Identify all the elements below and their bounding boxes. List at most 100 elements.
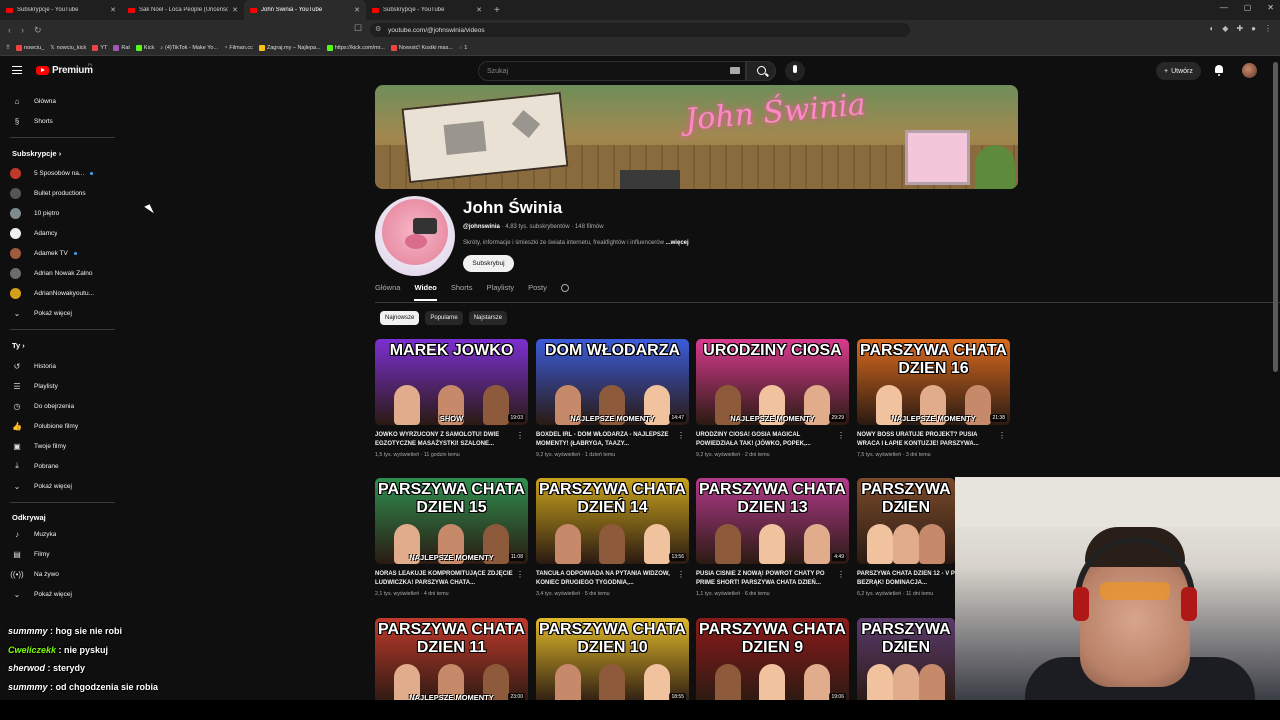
back-icon[interactable]: ‹ <box>8 25 11 36</box>
bookmark-item[interactable]: 𝕏nowciu_kick <box>50 45 86 51</box>
video-card[interactable]: DOM WŁODARZA NAJLEPSZE MOMENTY 14:47 BOXDEL… <box>536 339 689 458</box>
search-icon[interactable] <box>560 284 569 292</box>
more-actions-icon[interactable]: ⋮ <box>998 431 1006 440</box>
search-input[interactable]: Szukaj <box>478 61 746 81</box>
video-card[interactable]: PARSZYWA CHATA DZIEN 16 NAJLEPSZE MOMENTY 2… <box>857 339 1010 458</box>
notifications-bell-icon[interactable] <box>1214 65 1224 76</box>
extension-icon[interactable]: ◐ <box>1209 24 1214 33</box>
bookmark-item[interactable]: Rat <box>113 44 130 51</box>
sidebar-item-watch-later[interactable]: ◷ Do obejrzenia <box>10 398 110 414</box>
you-header[interactable]: Ty › <box>12 341 25 350</box>
sidebar-show-more-explore[interactable]: ⌄ Pokaż więcej <box>10 586 110 602</box>
video-card[interactable]: PARSZYWA CHATA DZIEN 9 19:06 <box>696 618 849 704</box>
browser-tab-active[interactable]: John Świnia - YouTube ✕ <box>244 0 366 20</box>
apps-icon[interactable]: ⠿ <box>6 45 10 51</box>
bookmark-item[interactable]: ♪ (4)TikTok - Make Yo... <box>160 45 218 51</box>
more-link[interactable]: ...więcej <box>666 240 689 246</box>
sidebar-item-history[interactable]: ↺ Historia <box>10 358 110 374</box>
video-card[interactable]: PARSZYWA CHATA DZIEN 13 4:49 PUSIA CIŚNIE Z… <box>696 478 849 597</box>
bookmark-item[interactable]: Nowość! Kostki mas... <box>390 44 453 51</box>
youtube-premium-logo[interactable]: Premium PL <box>36 62 93 76</box>
close-tab-icon[interactable]: ✕ <box>232 6 238 14</box>
video-title[interactable]: PUSIA CIŚNIE Z NOWĄ! POWRÓT CHATY PO PRI… <box>696 570 836 587</box>
more-actions-icon[interactable]: ⋮ <box>516 431 524 440</box>
create-button[interactable]: + Utwórz <box>1156 62 1201 80</box>
video-title[interactable]: TAŃCUŁA ODPOWIADA NA PYTANIA WIDZÓW, KON… <box>536 570 676 587</box>
video-thumbnail[interactable]: PARSZYWA CHATA DZIEN 9 19:06 <box>696 618 849 704</box>
sidebar-item-your-videos[interactable]: ▣ Twoje filmy <box>10 438 110 454</box>
more-actions-icon[interactable]: ⋮ <box>516 570 524 579</box>
video-thumbnail[interactable]: PARSZYWA C DZIEN <box>857 478 955 564</box>
sidebar-show-more-subs[interactable]: ⌄ Pokaż więcej <box>10 305 110 321</box>
tab-posts[interactable]: Posty <box>528 283 547 301</box>
close-tab-icon[interactable]: ✕ <box>110 6 116 14</box>
video-title[interactable]: BOXDEL IRL - DOM WŁODARZA - NAJLEPSZE MO… <box>536 431 676 448</box>
bookmark-item[interactable]: ◔ Filman.cc <box>224 45 253 51</box>
video-thumbnail[interactable]: DOM WŁODARZA NAJLEPSZE MOMENTY 14:47 <box>536 339 689 425</box>
video-thumbnail[interactable]: PARSZYWA CHATA DZIEN 11 NAJLEPSZE MOMENTY 2… <box>375 618 528 704</box>
close-window-icon[interactable]: ✕ <box>1267 3 1274 12</box>
chip-popular[interactable]: Popularne <box>425 311 463 325</box>
video-thumbnail[interactable]: URODZINY CIOSA NAJLEPSZE MOMENTY 29:29 <box>696 339 849 425</box>
video-card[interactable]: URODZINY CIOSA NAJLEPSZE MOMENTY 29:29 UROD… <box>696 339 849 458</box>
close-tab-icon[interactable]: ✕ <box>476 6 482 14</box>
tab-shorts[interactable]: Shorts <box>451 283 473 301</box>
sidebar-item-playlists[interactable]: ☰ Playlisty <box>10 378 110 394</box>
browser-menu-icon[interactable]: ⋮ <box>1264 24 1272 33</box>
sidebar-item-subscription[interactable]: 10 piętro <box>10 205 110 221</box>
sidebar-item-downloads[interactable]: ⤓ Pobrane <box>10 458 110 474</box>
sidebar-item-subscription[interactable]: Adamek TV <box>10 245 110 261</box>
tab-home[interactable]: Główna <box>375 283 400 301</box>
new-tab-icon[interactable]: + <box>488 5 506 16</box>
minimize-icon[interactable]: — <box>1220 3 1228 12</box>
chip-newest[interactable]: Najnowsze <box>380 311 420 325</box>
maximize-icon[interactable]: ▢ <box>1244 3 1252 12</box>
video-card[interactable]: PARSZYWA CHATA DZIEN 15 NAJLEPSZE MOMENTY 1… <box>375 478 528 597</box>
video-thumbnail[interactable]: PARSZYWA CHATA DZIEŃ 14 13:56 <box>536 478 689 564</box>
tab-playlists[interactable]: Playlisty <box>487 283 515 301</box>
sidebar-show-more-you[interactable]: ⌄ Pokaż więcej <box>10 478 110 494</box>
more-actions-icon[interactable]: ⋮ <box>837 431 845 440</box>
video-thumbnail[interactable]: PARSZYWA CHATA DZIEN 10 18:55 <box>536 618 689 704</box>
video-thumbnail[interactable]: PARSZYWA CHATA DZIEN 16 NAJLEPSZE MOMENTY 2… <box>857 339 1010 425</box>
video-card[interactable]: PARSZYWA CHATA DZIEŃ 14 13:56 TAŃCUŁA ODPOW… <box>536 478 689 597</box>
video-title[interactable]: NORAS LEAKUJE KOMPROMITUJĄCE ZDJĘCIE LUD… <box>375 570 515 587</box>
video-card[interactable]: PARSZYWA CHATA DZIEN 10 18:55 <box>536 618 689 704</box>
forward-icon[interactable]: › <box>21 25 24 36</box>
subscriptions-header[interactable]: Subskrypcje › <box>12 149 61 158</box>
keyboard-icon[interactable] <box>730 67 740 74</box>
video-card[interactable]: MAREK JOWKO SHOW 19:03 JÓWKO WYRZUCONY Z SA… <box>375 339 528 458</box>
account-avatar[interactable] <box>1242 63 1257 78</box>
channel-description[interactable]: Skróty, informacje i śmieszki ze świata … <box>463 240 689 246</box>
bookmark-item[interactable]: nowciu_ <box>16 44 44 51</box>
bookmark-item[interactable]: https://kick.com/mr... <box>326 44 385 51</box>
sidebar-item-movies[interactable]: ▤ Filmy <box>10 546 110 562</box>
browser-tab[interactable]: Subskrypcje - YouTube ✕ <box>366 0 488 20</box>
sidebar-item-subscription[interactable]: Bullet productions <box>10 185 110 201</box>
video-title[interactable]: JÓWKO WYRZUCONY Z SAMOLOTU! DWIE EGZOTYC… <box>375 431 515 448</box>
sidebar-item-home[interactable]: ⌂ Główna <box>10 93 110 109</box>
bookmark-item[interactable]: Zagraj.my – Najlepa... <box>258 44 321 51</box>
tab-videos[interactable]: Wideo <box>414 283 437 301</box>
bookmark-item[interactable]: YT <box>92 44 107 51</box>
bookmark-item[interactable]: Kick <box>135 44 154 51</box>
video-thumbnail[interactable]: MAREK JOWKO SHOW 19:03 <box>375 339 528 425</box>
voice-search-mic-icon[interactable] <box>785 61 805 81</box>
sidebar-item-live[interactable]: ((•)) Na żywo <box>10 566 110 582</box>
close-tab-icon[interactable]: ✕ <box>354 6 360 14</box>
url-bar[interactable]: ⚙ youtube.com/@johnswinia/videos <box>370 23 910 37</box>
more-actions-icon[interactable]: ⋮ <box>837 570 845 579</box>
bookmark-star-icon[interactable]: ☐ <box>354 23 362 34</box>
sidebar-item-subscription[interactable]: 5 Sposobów na... <box>10 165 110 181</box>
sidebar-item-liked[interactable]: 👍 Polubione filmy <box>10 418 110 434</box>
subscribe-button[interactable]: Subskrybuj <box>463 255 514 272</box>
video-card[interactable]: PARSZYWA CHATA DZIEN 11 NAJLEPSZE MOMENTY 2… <box>375 618 528 704</box>
extension-icon[interactable]: ◆ <box>1222 24 1228 33</box>
search-button[interactable] <box>746 61 776 81</box>
browser-tab[interactable]: Subskrypcje - YouTube ✕ <box>0 0 122 20</box>
video-thumbnail[interactable]: PARSZYWA CHATA DZIEN 13 4:49 <box>696 478 849 564</box>
bookmark-item[interactable]: ◌ 1 <box>459 45 467 51</box>
video-title[interactable]: URODZINY CIOSA! GOSIA MAGICAL POWIEDZIAŁ… <box>696 431 836 448</box>
browser-tab[interactable]: Sak Noel - Loca People (Uncensored✕ <box>122 0 244 20</box>
chip-oldest[interactable]: Najstarsze <box>468 311 508 325</box>
